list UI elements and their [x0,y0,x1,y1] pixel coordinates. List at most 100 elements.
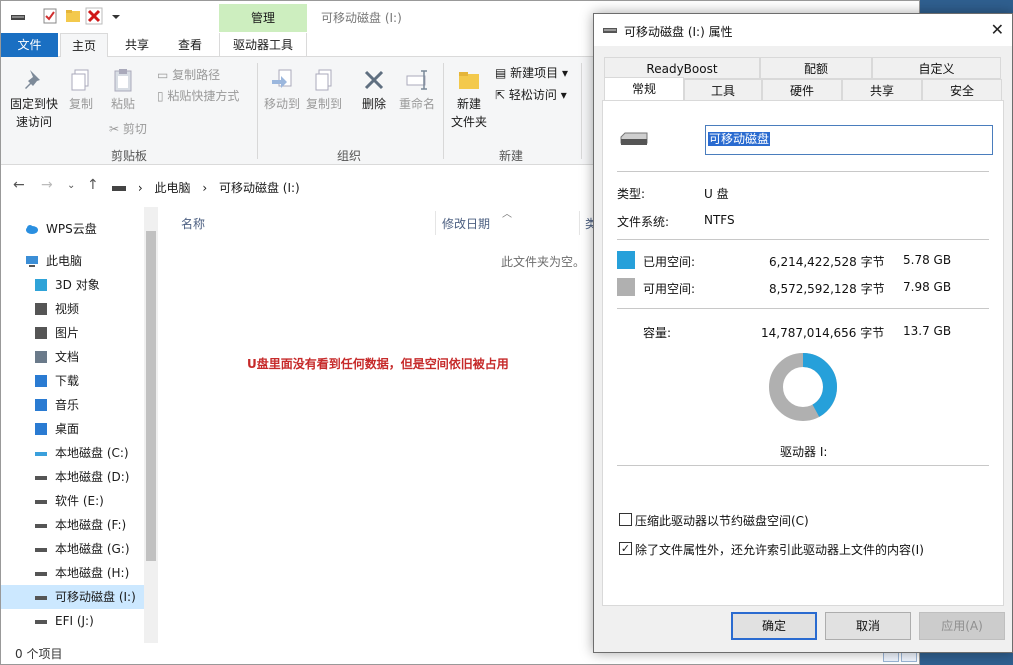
copy-path-button[interactable]: ▭ 复制路径 [157,67,220,83]
apply-button[interactable]: 应用(A) [919,612,1005,640]
delete-button[interactable]: 删除 [355,67,393,113]
nav-item-9[interactable]: 软件 (E:) [1,489,144,513]
tab-view[interactable]: 查看 [167,33,213,57]
back-arrow-icon[interactable]: ← [13,177,25,193]
ok-button[interactable]: 确定 [731,612,817,640]
index-checkbox[interactable]: ✓ [619,542,632,555]
cloud-icon [26,225,38,234]
general-tab-panel: 可移动磁盘 类型: U 盘 文件系统: NTFS 已用空间: 6,214,422… [602,100,1004,606]
window-title: 可移动磁盘 (I:) [321,11,402,25]
nav-item-8[interactable]: 本地磁盘 (D:) [1,465,144,489]
nav-label: 可移动磁盘 (I:) [55,590,136,604]
up-arrow-icon[interactable]: ↑ [87,177,99,193]
pin-label-line1: 固定到快 [9,97,58,111]
tab-manage[interactable]: 管理 [219,4,307,32]
nav-item-5[interactable]: 音乐 [1,393,144,417]
nav-scrollbar-thumb[interactable] [146,231,156,561]
easy-access-button[interactable]: ⇱ 轻松访问 ▾ [495,87,567,103]
new-item-icon: ▤ [495,66,511,80]
nav-item-wps-cloud[interactable]: WPS云盘 [1,217,144,241]
delete-icon[interactable] [85,7,103,25]
tab-drive-tools[interactable]: 驱动器工具 [219,33,307,57]
tab-1-row1[interactable]: 配额 [760,57,872,79]
drive-icon [35,596,47,600]
nav-item-10[interactable]: 本地磁盘 (F:) [1,513,144,537]
paste-shortcut-button[interactable]: ▯ 粘贴快捷方式 [157,88,239,104]
tab-share[interactable]: 共享 [113,33,161,57]
navigation-pane: WPS云盘 此电脑 3D 对象 视频 图片 文档 下载 音乐 桌面 本地磁盘 (C:) 本地磁盘… [1,207,161,643]
delete-label: 删除 [361,97,386,111]
column-separator[interactable] [579,211,580,235]
nav-item-7[interactable]: 本地磁盘 (C:) [1,441,144,465]
new-folder-button[interactable]: 新建 文件夹 [447,67,491,131]
properties-dialog: 可移动磁盘 (I:) 属性 ✕ ReadyBoost 配额 自定义常规 工具 硬件 共享安… [593,13,1013,653]
new-folder-label-line2: 文件夹 [450,115,487,129]
nav-label: 文档 [55,350,80,364]
nav-item-6[interactable]: 桌面 [1,417,144,441]
new-folder-icon[interactable] [64,7,82,25]
scissors-icon: ✂ [109,122,123,136]
nav-item-13[interactable]: 可移动磁盘 (I:) [1,585,144,609]
properties-icon[interactable] [41,7,59,25]
move-to-button[interactable]: 移动到 [261,67,303,113]
folder-icon [35,375,47,387]
cancel-button[interactable]: 取消 [825,612,911,640]
nav-item-0[interactable]: 3D 对象 [1,273,144,297]
address-bar[interactable]: › 此电脑 › 可移动磁盘 (I:) [105,175,605,199]
nav-label: 图片 [55,326,80,340]
compress-checkbox[interactable] [619,513,632,526]
tab-home[interactable]: 主页 [60,33,108,58]
tab-2-row1[interactable]: 自定义 [872,57,1001,79]
cut-button[interactable]: ✂ 剪切 [109,121,147,137]
tab-4-row2[interactable]: 安全 [922,79,1002,101]
tab-file[interactable]: 文件 [1,33,58,57]
tab-2-row2[interactable]: 硬件 [762,79,842,101]
computer-icon [26,256,38,267]
pin-to-quick-access-button[interactable]: 固定到快 速访问 [7,67,61,131]
nav-item-4[interactable]: 下载 [1,369,144,393]
forward-arrow-icon[interactable]: → [41,177,53,193]
copy-button[interactable]: 复制 [63,67,99,113]
copy-to-button[interactable]: 复制到 [303,67,345,113]
drive-icon [35,548,47,552]
column-separator[interactable] [435,211,436,235]
nav-item-3[interactable]: 文档 [1,345,144,369]
column-header-name[interactable]: 名称 [181,215,205,232]
nav-item-1[interactable]: 视频 [1,297,144,321]
type-label: 类型: [617,187,646,201]
folder-icon [35,351,47,363]
nav-item-11[interactable]: 本地磁盘 (G:) [1,537,144,561]
new-item-button[interactable]: ▤ 新建项目 ▾ [495,65,568,81]
filesystem-label: 文件系统: [617,215,670,229]
tab-0-row2[interactable]: 常规 [604,77,684,101]
tab-3-row2[interactable]: 共享 [842,79,922,101]
breadcrumb-removable-disk[interactable]: 可移动磁盘 (I:) [219,181,300,195]
close-icon[interactable]: ✕ [991,20,1004,39]
nav-scrollbar[interactable] [144,207,158,643]
nav-label: 软件 (E:) [55,494,104,508]
customize-quick-access-dropdown-icon[interactable] [107,7,125,25]
nav-item-this-pc[interactable]: 此电脑 [1,249,144,273]
tab-1-row2[interactable]: 工具 [684,79,762,101]
index-label[interactable]: 除了文件属性外，还允许索引此驱动器上文件的内容(I) [635,541,924,558]
dialog-title: 可移动磁盘 (I:) 属性 [624,25,733,39]
folder-icon [35,303,47,315]
drive-icon [11,15,25,20]
capacity-label: 容量: [643,326,672,340]
divider [617,171,989,172]
type-value: U 盘 [704,187,729,201]
compress-label[interactable]: 压缩此驱动器以节约磁盘空间(C) [635,512,809,529]
nav-item-14[interactable]: EFI (J:) [1,609,144,633]
tab-0-row1[interactable]: ReadyBoost [604,57,760,79]
recent-locations-chevron-icon[interactable]: ⌄ [67,180,75,191]
sort-ascending-icon: ︿ [502,209,512,220]
drive-name-input[interactable]: 可移动磁盘 [705,125,993,155]
breadcrumb-this-pc[interactable]: 此电脑 [154,181,190,195]
column-header-modified[interactable]: 修改日期 [442,215,490,232]
easy-access-icon: ⇱ [495,88,509,102]
nav-item-12[interactable]: 本地磁盘 (H:) [1,561,144,585]
nav-item-2[interactable]: 图片 [1,321,144,345]
rename-button[interactable]: 重命名 [395,67,439,113]
nav-label: 音乐 [55,398,80,412]
paste-button[interactable]: 粘贴 [103,67,143,113]
